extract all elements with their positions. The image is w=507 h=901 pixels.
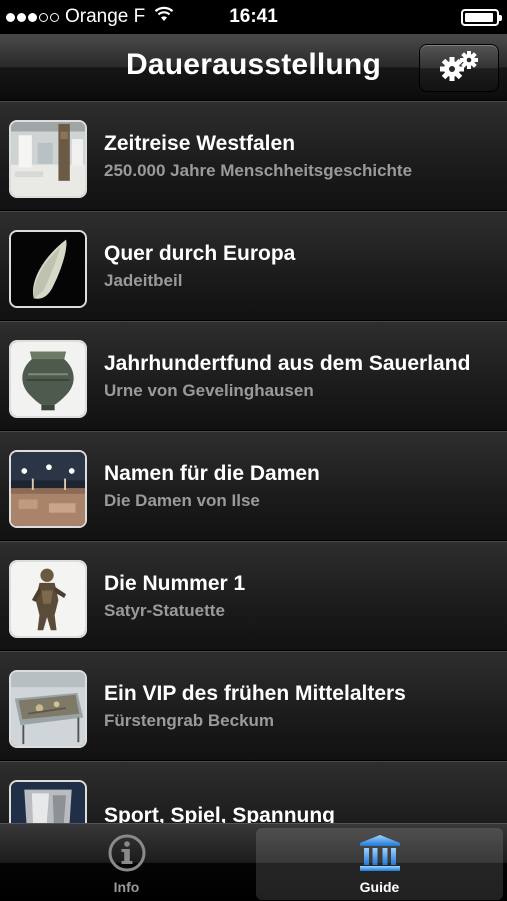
list-item-title: Zeitreise Westfalen xyxy=(104,132,296,155)
list-item[interactable]: Zeitreise Westfalen 250.000 Jahre Mensch… xyxy=(0,101,507,211)
list-item[interactable]: Namen für die Damen Die Damen von Ilse xyxy=(0,431,507,541)
list-item-title: Jahrhundertfund aus dem Sauerland xyxy=(104,352,471,375)
tab-bar: Info Guide xyxy=(0,823,507,901)
list-item-text: Namen für die Damen Die Damen von Ilse xyxy=(104,432,497,540)
exhibit-list[interactable]: Zeitreise Westfalen 250.000 Jahre Mensch… xyxy=(0,101,507,823)
list-item-subtitle: 250.000 Jahre Menschheitsgeschichte xyxy=(104,161,413,180)
list-item-title: Namen für die Damen xyxy=(104,462,320,485)
list-item-subtitle: Die Damen von Ilse xyxy=(104,491,260,510)
exhibit-thumbnail xyxy=(9,560,87,638)
list-item-subtitle: Satyr-Statuette xyxy=(104,601,225,620)
navigation-bar: Dauerausstellung xyxy=(0,34,507,101)
gears-icon xyxy=(435,49,483,88)
tab-label: Info xyxy=(113,879,140,895)
list-item-title: Quer durch Europa xyxy=(104,242,296,265)
list-item-text: Die Nummer 1 Satyr-Statuette xyxy=(104,542,497,650)
list-item[interactable]: Ein VIP des frühen Mittelalters Fürsteng… xyxy=(0,651,507,761)
tab-info[interactable]: Info xyxy=(0,824,253,901)
list-item-text: Ein VIP des frühen Mittelalters Fürsteng… xyxy=(104,652,497,760)
list-item-subtitle: Fürstengrab Beckum xyxy=(104,711,275,730)
list-item-text: Sport, Spiel, Spannung xyxy=(104,762,497,823)
tab-label: Guide xyxy=(359,879,400,895)
list-item-text: Jahrhundertfund aus dem Sauerland Urne v… xyxy=(104,322,497,430)
list-item-text: Zeitreise Westfalen 250.000 Jahre Mensch… xyxy=(104,102,497,210)
info-icon xyxy=(107,833,147,873)
list-item-title: Die Nummer 1 xyxy=(104,572,246,595)
exhibit-thumbnail xyxy=(9,340,87,418)
list-item-text: Quer durch Europa Jadeitbeil xyxy=(104,212,497,320)
settings-button[interactable] xyxy=(419,44,499,92)
list-item[interactable]: Jahrhundertfund aus dem Sauerland Urne v… xyxy=(0,321,507,431)
status-time: 16:41 xyxy=(229,6,278,27)
list-item[interactable]: Die Nummer 1 Satyr-Statuette xyxy=(0,541,507,651)
exhibit-thumbnail xyxy=(9,670,87,748)
museum-icon xyxy=(358,833,402,873)
list-item[interactable]: Sport, Spiel, Spannung xyxy=(0,761,507,823)
list-item-title: Ein VIP des frühen Mittelalters xyxy=(104,682,406,705)
exhibit-thumbnail xyxy=(9,230,87,308)
exhibit-thumbnail xyxy=(9,120,87,198)
exhibit-thumbnail xyxy=(9,780,87,823)
exhibit-thumbnail xyxy=(9,450,87,528)
list-item-title: Sport, Spiel, Spannung xyxy=(104,804,335,823)
tab-guide[interactable]: Guide xyxy=(256,828,503,900)
status-bar: Orange F 16:41 xyxy=(0,0,507,34)
list-item-subtitle: Urne von Gevelinghausen xyxy=(104,381,314,400)
list-item[interactable]: Quer durch Europa Jadeitbeil xyxy=(0,211,507,321)
list-item-subtitle: Jadeitbeil xyxy=(104,271,183,290)
battery-icon xyxy=(461,9,502,26)
